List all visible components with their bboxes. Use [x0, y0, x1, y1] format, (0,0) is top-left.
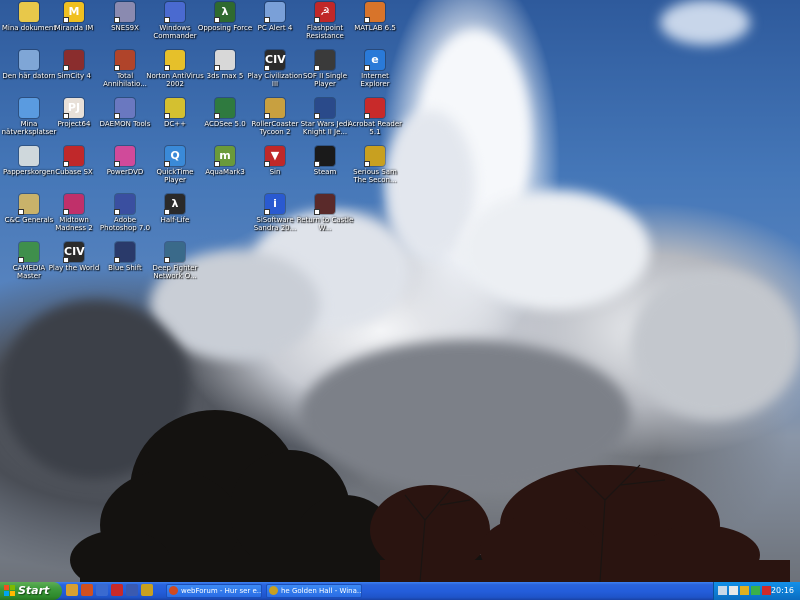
opposing-force-icon: λ: [214, 2, 235, 23]
steam-icon: [314, 146, 335, 167]
desktop-shortcut[interactable]: Serious Sam The Secon...: [346, 146, 404, 184]
photoshop-icon: [114, 194, 135, 215]
internet-explorer-icon: e: [364, 50, 385, 71]
desktop-shortcut[interactable]: Return to Castle W...: [296, 194, 354, 232]
outlook-icon[interactable]: [96, 584, 108, 596]
desktop-shortcut[interactable]: Acrobat Reader 5.1: [346, 98, 404, 136]
folder-documents-icon: [19, 2, 39, 22]
desktop-shortcut-label: MATLAB 6.5: [354, 24, 396, 32]
jedi-knight-icon: [314, 98, 335, 119]
network-places-icon: [19, 98, 39, 118]
taskbar-button[interactable]: he Golden Hall - Wina...: [266, 584, 362, 598]
monitor-tray-icon[interactable]: [729, 586, 738, 595]
save-icon[interactable]: [126, 584, 138, 596]
desktop-shortcut-label: SimCity 4: [57, 72, 91, 80]
half-life-icon: λ: [164, 194, 185, 215]
recycle-bin-icon: [19, 146, 39, 166]
taskbar-button-label: he Golden Hall - Wina...: [281, 587, 362, 595]
show-desktop-icon[interactable]: [66, 584, 78, 596]
simcity-icon: [63, 50, 84, 71]
alert-tray-icon[interactable]: [762, 586, 771, 595]
quicktime-icon: Q: [164, 146, 185, 167]
flashpoint-icon: ☭: [314, 2, 335, 23]
desktop-shortcut[interactable]: SimCity 4: [45, 50, 103, 80]
desktop-shortcut[interactable]: Cubase SX: [45, 146, 103, 176]
sof2-icon: [314, 50, 335, 71]
desktop-shortcut[interactable]: CIV Play the World: [45, 242, 103, 272]
cnc-generals-icon: [18, 194, 39, 215]
taskbar-button-label: webForum - Hur ser e...: [181, 587, 262, 595]
desktop-shortcut[interactable]: λ Half-Life: [146, 194, 204, 224]
desktop-shortcut-label: Project64: [57, 120, 91, 128]
windows-commander-icon: [164, 2, 185, 23]
start-button[interactable]: Start: [0, 582, 62, 600]
taskbar-button[interactable]: webForum - Hur ser e...: [166, 584, 262, 598]
desktop-shortcut[interactable]: MATLAB 6.5: [346, 2, 404, 32]
civ3-icon: CIV: [264, 50, 286, 71]
total-annihilation-icon: [114, 50, 135, 71]
desktop-shortcut-label: Acrobat Reader 5.1: [348, 120, 402, 136]
sandra-icon: i: [264, 194, 285, 215]
pc-alert-icon: [264, 2, 285, 23]
deep-fighter-icon: [164, 242, 185, 263]
acrobat-icon: [364, 98, 385, 119]
taskbar: Start webForum - Hur ser e... he Golden H…: [0, 582, 800, 600]
dcpp-icon: [164, 98, 185, 119]
desktop-shortcut-label: Half-Life: [160, 216, 190, 224]
rtcw-icon: [314, 194, 335, 215]
network-tray-icon[interactable]: [718, 586, 727, 595]
desktop-shortcut-label: Play the World: [48, 264, 100, 272]
browser-icon: [169, 586, 178, 595]
camedia-icon: [18, 242, 39, 263]
aquamark-icon: m: [214, 146, 235, 167]
winamp-icon[interactable]: [141, 584, 153, 596]
clock: 20:16: [770, 586, 794, 595]
norton-icon: [164, 50, 185, 71]
desktop-shortcut-label: Miranda IM: [54, 24, 94, 32]
matlab-icon: [364, 2, 385, 23]
desktop-shortcut-label: Cubase SX: [55, 168, 93, 176]
antivirus-tray-icon[interactable]: [740, 586, 749, 595]
msn-tray-icon[interactable]: [751, 586, 760, 595]
cubase-icon: [63, 146, 84, 167]
windows-logo-icon: [4, 585, 15, 596]
acdsee-icon: [214, 98, 235, 119]
miranda-icon: M: [63, 2, 84, 23]
winamp-icon: [269, 586, 278, 595]
desktop-shortcut-label: Midtown Madness 2: [55, 216, 93, 232]
desktop-shortcut[interactable]: PJ Project64: [45, 98, 103, 128]
daemon-tools-icon: [114, 98, 135, 119]
project64-icon: PJ: [63, 98, 84, 119]
system-tray: 20:16: [713, 582, 800, 600]
desktop-shortcut-label: Return to Castle W...: [296, 216, 354, 232]
my-computer-icon: [19, 50, 39, 70]
3dsmax-icon: [214, 50, 235, 71]
powerdvd-icon: [114, 146, 135, 167]
midtown-icon: [63, 194, 84, 215]
desktop-shortcut-label: Internet Explorer: [360, 72, 390, 88]
serious-sam-icon: [364, 146, 385, 167]
opera-icon[interactable]: [111, 584, 123, 596]
blue-shift-icon: [114, 242, 135, 263]
desktop-shortcut-label: Deep Fighter Network O...: [152, 264, 198, 280]
firefox-icon[interactable]: [81, 584, 93, 596]
desktop-shortcut[interactable]: e Internet Explorer: [346, 50, 404, 88]
desktop: Mina dokument Den här datorn Mina nätverks…: [0, 0, 800, 582]
snes9x-icon: [114, 2, 135, 23]
start-label: Start: [18, 584, 50, 597]
civ-play-world-icon: CIV: [63, 242, 85, 263]
desktop-shortcut[interactable]: M Miranda IM: [45, 2, 103, 32]
sin-icon: ▼: [264, 146, 285, 167]
rct2-icon: [264, 98, 285, 119]
desktop-shortcut-label: Serious Sam The Secon...: [353, 168, 397, 184]
desktop-shortcut[interactable]: Midtown Madness 2: [45, 194, 103, 232]
desktop-shortcut[interactable]: Deep Fighter Network O...: [146, 242, 204, 280]
